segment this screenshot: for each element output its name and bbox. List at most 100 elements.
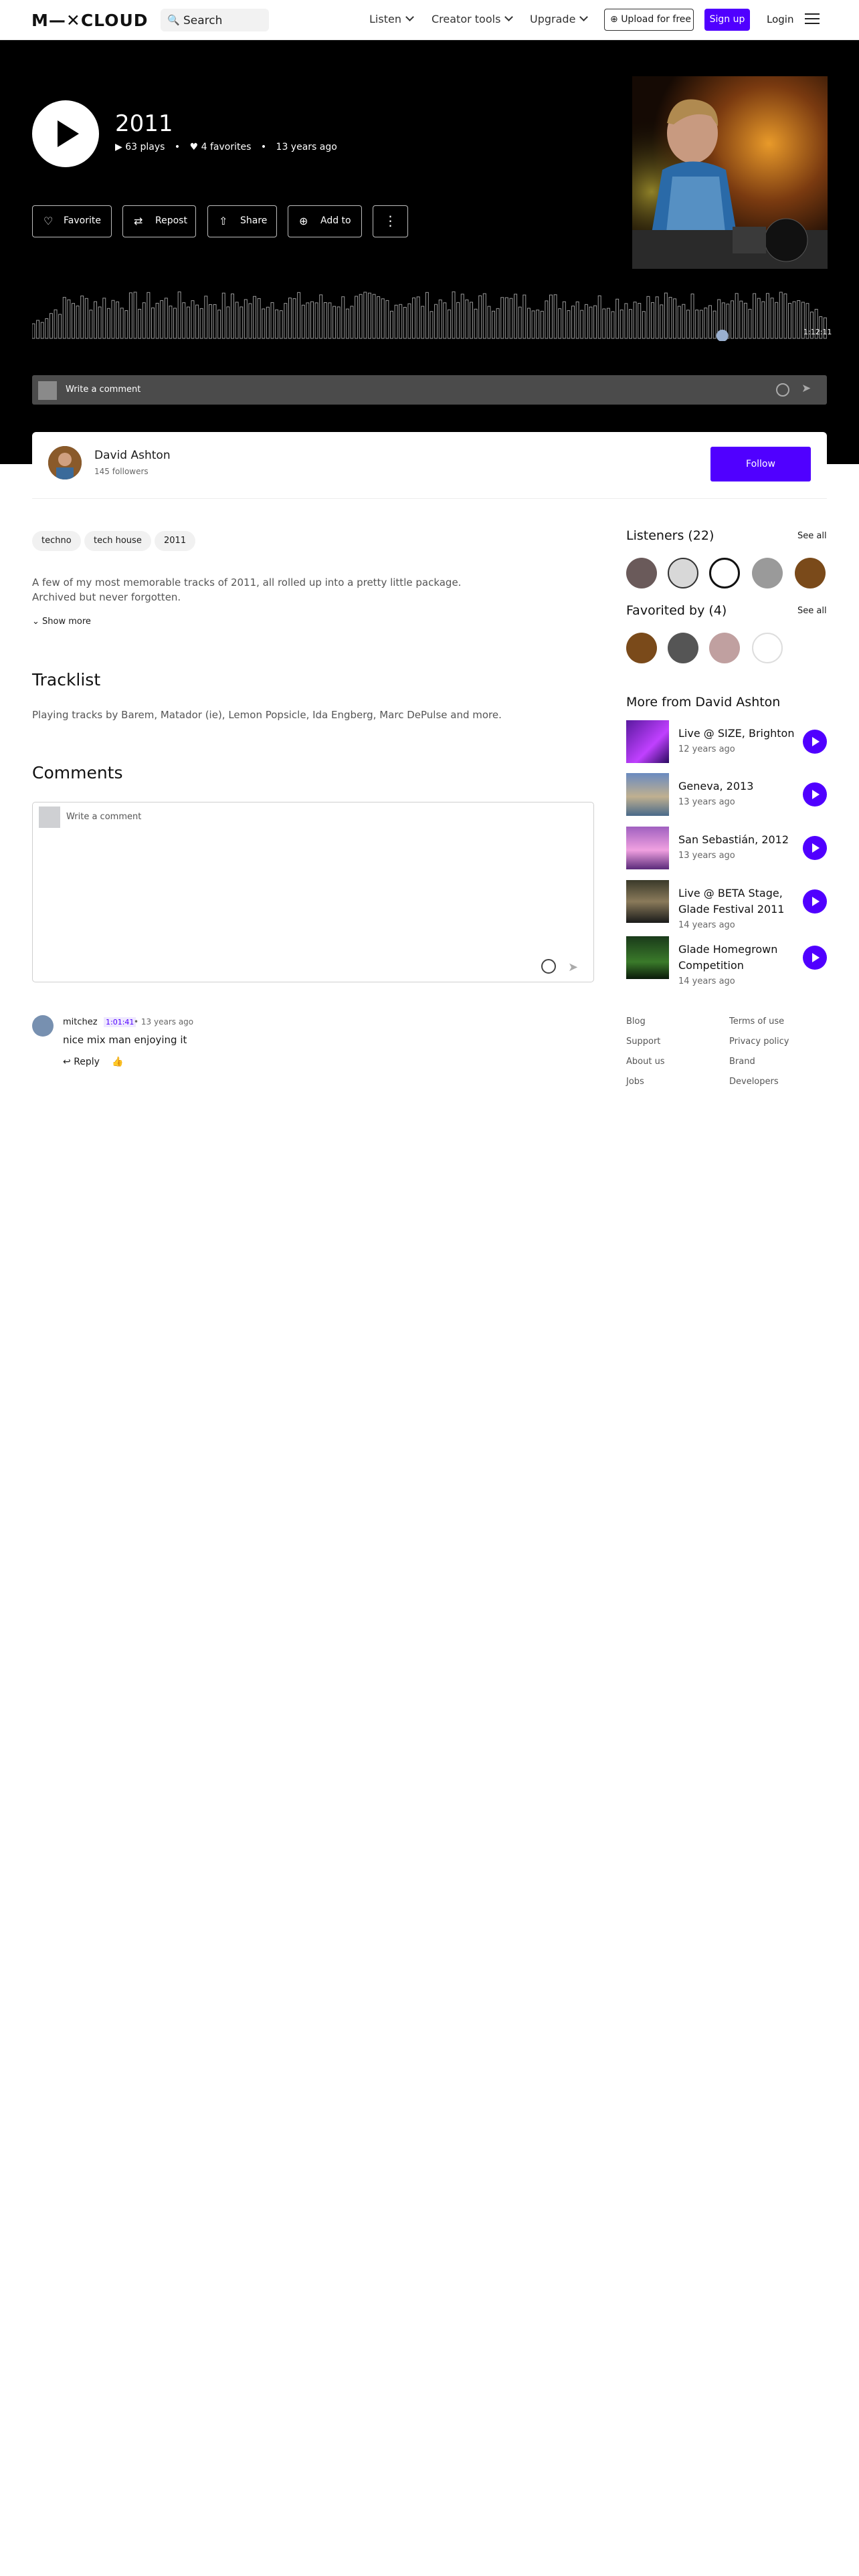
footer-link-jobs[interactable]: Jobs bbox=[626, 1077, 644, 1087]
send-icon[interactable]: ➤ bbox=[801, 382, 811, 395]
waveform-bar bbox=[377, 296, 381, 339]
favorite-label: Favorite bbox=[64, 215, 101, 226]
listener-avatar[interactable] bbox=[752, 558, 783, 588]
plus-circle-icon: ⊕ bbox=[299, 215, 308, 227]
play-button[interactable] bbox=[803, 889, 827, 914]
waveform-bar bbox=[235, 302, 239, 339]
follow-button[interactable]: Follow bbox=[710, 447, 811, 481]
waveform-bar bbox=[186, 306, 190, 339]
dj-photo bbox=[632, 76, 828, 269]
nav-upgrade[interactable]: Upgrade bbox=[530, 13, 589, 25]
waveform-bar bbox=[253, 296, 257, 339]
footer-link-terms[interactable]: Terms of use bbox=[729, 1016, 784, 1027]
more-item[interactable]: Geneva, 2013 13 years ago bbox=[626, 773, 827, 817]
favorite-button[interactable]: ♡ Favorite bbox=[32, 205, 112, 237]
play-button[interactable] bbox=[803, 946, 827, 970]
favoriter-avatar[interactable] bbox=[668, 633, 698, 663]
waveform-bar bbox=[301, 304, 305, 339]
footer-link-about[interactable]: About us bbox=[626, 1057, 665, 1067]
footer-link-blog[interactable]: Blog bbox=[626, 1016, 646, 1027]
nav-listen[interactable]: Listen bbox=[369, 13, 414, 25]
more-item[interactable]: Live @ BETA Stage, Glade Festival 2011 1… bbox=[626, 880, 827, 930]
tag-2011[interactable]: 2011 bbox=[155, 531, 196, 551]
comment-user[interactable]: mitchez bbox=[63, 1017, 98, 1027]
more-item[interactable]: San Sebastián, 2012 13 years ago bbox=[626, 827, 827, 871]
reply-button[interactable]: ↩ Reply bbox=[63, 1057, 100, 1067]
commenter-avatar[interactable] bbox=[32, 1015, 54, 1037]
waveform-bar bbox=[567, 310, 571, 339]
mixcloud-logo[interactable]: M—✕CLOUD bbox=[31, 11, 149, 30]
more-title: Geneva, 2013 bbox=[678, 780, 754, 792]
waveform-bar bbox=[355, 296, 359, 339]
more-item[interactable]: Live @ SIZE, Brighton 12 years ago bbox=[626, 720, 827, 764]
waveform-bar bbox=[221, 292, 225, 339]
play-button[interactable] bbox=[803, 836, 827, 860]
repost-button[interactable]: ⇄ Repost bbox=[122, 205, 196, 237]
waveform[interactable] bbox=[32, 288, 828, 341]
waveform-bar bbox=[492, 310, 496, 339]
footer-link-support[interactable]: Support bbox=[626, 1037, 660, 1047]
signup-button[interactable]: Sign up bbox=[704, 9, 750, 31]
hamburger-menu-icon[interactable] bbox=[805, 13, 820, 25]
waveform-bar bbox=[642, 311, 646, 339]
add-to-button[interactable]: ⊕ Add to bbox=[288, 205, 362, 237]
play-button[interactable] bbox=[803, 782, 827, 807]
waveform-bar bbox=[204, 296, 208, 339]
author-name[interactable]: David Ashton bbox=[94, 449, 171, 462]
tag-techno[interactable]: techno bbox=[32, 531, 81, 551]
share-button[interactable]: ⇧ Share bbox=[207, 205, 277, 237]
emoji-icon[interactable] bbox=[776, 383, 789, 397]
waveform-bar bbox=[133, 292, 137, 339]
plus-circle-icon: ⊕ bbox=[610, 14, 618, 25]
search-box[interactable]: 🔍 Search bbox=[161, 9, 269, 31]
nav-creator-tools[interactable]: Creator tools bbox=[432, 13, 514, 25]
hero-comment-input[interactable]: Write a comment ➤ bbox=[32, 375, 827, 405]
favorited-see-all[interactable]: See all bbox=[797, 606, 827, 616]
listener-avatar[interactable] bbox=[626, 558, 657, 588]
waveform-bar bbox=[124, 310, 128, 339]
waveform-bar bbox=[314, 302, 318, 339]
waveform-bar bbox=[40, 322, 44, 339]
play-button[interactable] bbox=[803, 730, 827, 754]
more-options-button[interactable]: ⋮ bbox=[373, 205, 408, 237]
favoriter-avatar[interactable] bbox=[752, 633, 783, 663]
listeners-see-all[interactable]: See all bbox=[797, 531, 827, 541]
waveform-bar bbox=[673, 298, 677, 339]
send-icon[interactable]: ➤ bbox=[568, 960, 578, 974]
chevron-down-icon bbox=[405, 13, 414, 21]
waveform-bar bbox=[470, 302, 473, 339]
waveform-bar bbox=[677, 306, 681, 339]
waveform-bar bbox=[328, 302, 332, 339]
listener-avatar[interactable] bbox=[668, 558, 698, 588]
waveform-bar bbox=[359, 294, 363, 339]
tag-tech-house[interactable]: tech house bbox=[84, 531, 151, 551]
comment-timestamp[interactable]: 1:01:41 bbox=[104, 1017, 136, 1027]
listener-avatar[interactable] bbox=[795, 558, 826, 588]
footer-link-brand[interactable]: Brand bbox=[729, 1057, 755, 1067]
waveform-bar bbox=[602, 308, 606, 339]
thumbs-up-icon[interactable]: 👍 bbox=[112, 1057, 123, 1067]
listener-avatar[interactable] bbox=[709, 558, 740, 588]
waveform-bar bbox=[589, 306, 593, 339]
show-more-link[interactable]: ⌄ Show more bbox=[32, 617, 91, 627]
emoji-icon[interactable] bbox=[541, 959, 556, 974]
waveform-bar bbox=[142, 302, 146, 339]
waveform-bar bbox=[177, 291, 181, 339]
comment-input[interactable]: Write a comment ➤ bbox=[32, 802, 594, 982]
login-link[interactable]: Login bbox=[767, 13, 793, 25]
favoriter-avatar[interactable] bbox=[626, 633, 657, 663]
footer-link-privacy[interactable]: Privacy policy bbox=[729, 1037, 789, 1047]
more-item[interactable]: Glade Homegrown Competition 14 years ago bbox=[626, 936, 827, 986]
favoriter-avatar[interactable] bbox=[709, 633, 740, 663]
play-button[interactable] bbox=[32, 100, 99, 167]
search-placeholder: Search bbox=[183, 14, 223, 27]
waveform-bar bbox=[474, 308, 478, 339]
repost-icon: ⇄ bbox=[134, 215, 143, 227]
repost-label: Repost bbox=[155, 215, 187, 226]
waveform-bar bbox=[518, 306, 522, 339]
waveform-bar bbox=[173, 308, 177, 339]
author-avatar[interactable] bbox=[48, 446, 82, 479]
footer-link-developers[interactable]: Developers bbox=[729, 1077, 779, 1087]
waveform-bar bbox=[651, 302, 655, 339]
upload-button[interactable]: ⊕ Upload for free bbox=[604, 9, 694, 31]
